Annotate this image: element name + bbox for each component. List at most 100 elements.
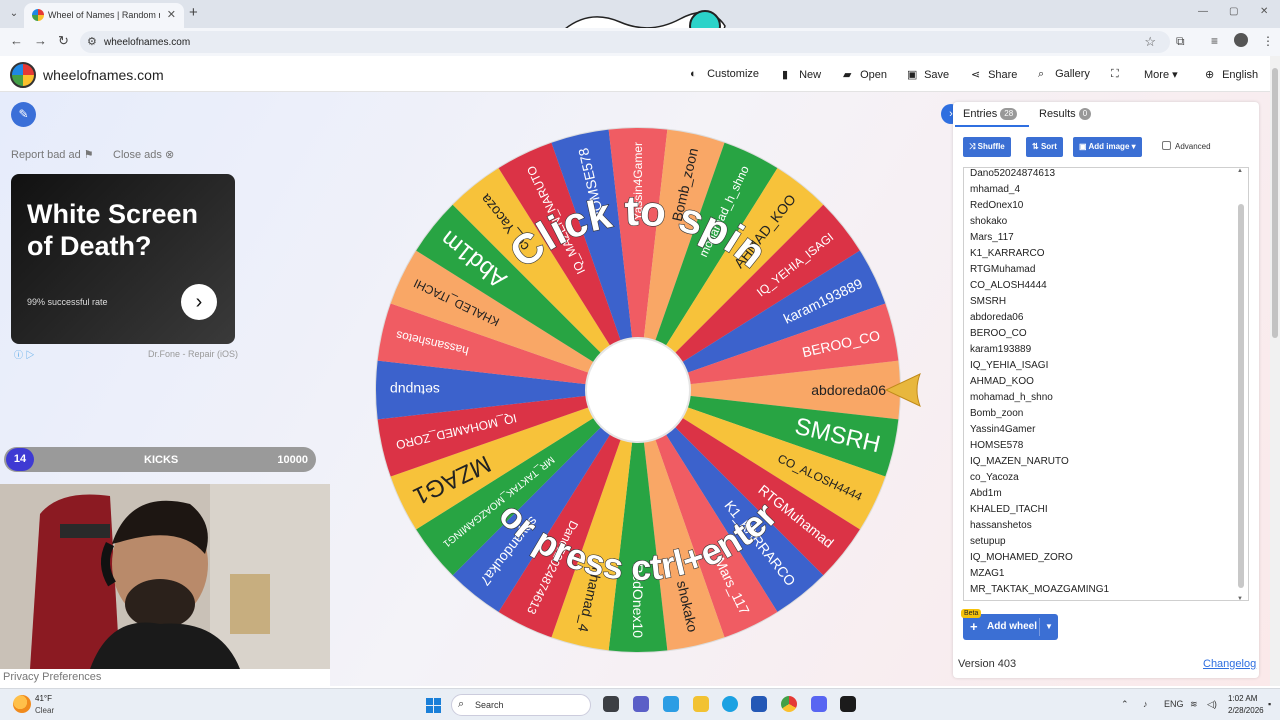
ad-arrow-button[interactable]: › bbox=[181, 284, 217, 320]
page-scrollbar[interactable] bbox=[1270, 56, 1280, 686]
input-language[interactable]: ENG bbox=[1164, 699, 1184, 709]
add-wheel-dropdown-icon[interactable]: ▼ bbox=[1045, 614, 1053, 640]
spin-wheel[interactable]: abdoreda06SMSRHCO_ALOSH4444RTGMuhamadK1_… bbox=[374, 126, 902, 654]
entry-item[interactable]: HOMSE578 bbox=[970, 438, 1109, 454]
browser-tab[interactable]: Wheel of Names | Random nam ✕ bbox=[24, 3, 184, 28]
more-button[interactable]: More ▾ bbox=[1144, 68, 1178, 81]
back-icon[interactable]: ← bbox=[10, 33, 23, 48]
new-button[interactable]: ▮ New bbox=[782, 68, 821, 81]
close-ads-link[interactable]: Close ads ⊗ bbox=[113, 148, 174, 161]
clock-date[interactable]: 2/28/2026 bbox=[1228, 706, 1264, 715]
customize-button[interactable]: ◐ Customize bbox=[690, 68, 759, 80]
store-icon[interactable] bbox=[751, 696, 767, 712]
omnibox[interactable]: ⚙ wheelofnames.com ☆ bbox=[80, 31, 1170, 53]
wheel-center[interactable] bbox=[585, 337, 691, 443]
reading-list-icon[interactable]: ≡ bbox=[1211, 34, 1218, 48]
entry-item[interactable]: RTGMuhamad bbox=[970, 262, 1109, 278]
checkbox-icon[interactable] bbox=[1162, 141, 1171, 150]
tray-overflow-icon[interactable]: ⌃ bbox=[1121, 699, 1129, 710]
entry-item[interactable]: Mars_117 bbox=[970, 230, 1109, 246]
scroll-up-icon[interactable]: ▲ bbox=[1237, 168, 1243, 174]
entry-item[interactable]: MZAG1 bbox=[970, 566, 1109, 582]
entry-item[interactable]: BEROO_CO bbox=[970, 326, 1109, 342]
entry-item[interactable]: RedOnex10 bbox=[970, 198, 1109, 214]
copilot-icon[interactable] bbox=[663, 696, 679, 712]
tab-results[interactable]: Results 0 bbox=[1039, 108, 1092, 120]
close-window-icon[interactable]: ✕ bbox=[1260, 6, 1268, 17]
task-view-icon[interactable] bbox=[603, 696, 619, 712]
windows-start-icon[interactable] bbox=[426, 698, 441, 713]
entry-item[interactable]: IQ_MAZEN_NARUTO bbox=[970, 454, 1109, 470]
entry-item[interactable]: IQ_YEHIA_ISAGI bbox=[970, 358, 1109, 374]
discord-icon[interactable] bbox=[811, 696, 827, 712]
open-button[interactable]: ▰ Open bbox=[843, 68, 887, 81]
share-button[interactable]: ⋖ Share bbox=[971, 68, 1017, 81]
entry-item[interactable]: Bomb_zoon bbox=[970, 406, 1109, 422]
entry-item[interactable]: karam193889 bbox=[970, 342, 1109, 358]
clock-time[interactable]: 1:02 AM bbox=[1228, 694, 1257, 703]
tab-search-icon[interactable]: ⌄ bbox=[6, 6, 22, 22]
weather-icon[interactable] bbox=[13, 695, 31, 713]
entries-scroll-thumb[interactable] bbox=[1238, 204, 1244, 588]
sort-button[interactable]: ⇅ Sort bbox=[1026, 137, 1063, 157]
entry-item[interactable]: KHALED_ITACHI bbox=[970, 502, 1109, 518]
taskbar-search[interactable]: ⌕ Search bbox=[451, 694, 591, 716]
gallery-button[interactable]: ⌕ Gallery bbox=[1038, 68, 1090, 81]
edge-icon[interactable] bbox=[722, 696, 738, 712]
file-explorer-icon[interactable] bbox=[693, 696, 709, 712]
save-button[interactable]: ▣ Save bbox=[907, 68, 949, 81]
bookmark-star-icon[interactable]: ☆ bbox=[1144, 34, 1156, 50]
scrollbar-thumb[interactable] bbox=[1272, 68, 1278, 338]
entry-item[interactable]: co_Yacoza bbox=[970, 470, 1109, 486]
wheel-container[interactable]: abdoreda06 SMSRH CO_ALOSH4444 RTGMuhamad K1_… bbox=[374, 126, 902, 654]
app-icon[interactable] bbox=[840, 696, 856, 712]
ad-info-icon[interactable]: ⓘ ▷ bbox=[14, 348, 35, 361]
reload-icon[interactable]: ↻ bbox=[58, 33, 69, 49]
entry-item[interactable]: abdoreda06 bbox=[970, 310, 1109, 326]
entry-item[interactable]: setupup bbox=[970, 534, 1109, 550]
entry-item[interactable]: Dano52024874613 bbox=[970, 168, 1109, 182]
entry-item[interactable]: AHMAD_KOO bbox=[970, 374, 1109, 390]
entry-item[interactable]: mhamad_4 bbox=[970, 182, 1109, 198]
entry-item[interactable]: Yassin4Gamer bbox=[970, 422, 1109, 438]
entry-item[interactable]: mohamad_h_shno bbox=[970, 390, 1109, 406]
profile-avatar[interactable] bbox=[1234, 33, 1248, 47]
shuffle-button[interactable]: ⤨ Shuffle bbox=[963, 137, 1011, 157]
browser-menu-icon[interactable]: ⋮ bbox=[1262, 34, 1274, 48]
advanced-checkbox[interactable]: Advanced bbox=[1162, 141, 1211, 151]
entry-item[interactable]: K1_KARRARCO bbox=[970, 246, 1109, 262]
language-button[interactable]: ⊕ English bbox=[1205, 68, 1258, 81]
fullscreen-button[interactable]: ⛶ bbox=[1111, 68, 1125, 81]
maximize-icon[interactable]: ▢ bbox=[1229, 6, 1238, 17]
add-image-button[interactable]: ▣ Add image ▾ bbox=[1073, 137, 1142, 157]
entry-item[interactable]: CO_ALOSH4444 bbox=[970, 278, 1109, 294]
forward-icon[interactable]: → bbox=[34, 33, 47, 48]
site-info-icon[interactable]: ⚙ bbox=[87, 35, 97, 48]
entries-scrollbar[interactable]: ▲ ▼ bbox=[1236, 168, 1246, 600]
entry-item[interactable]: IQ_MOHAMED_ZORO bbox=[970, 550, 1109, 566]
new-tab-icon[interactable]: + bbox=[189, 4, 198, 21]
chrome-icon[interactable] bbox=[781, 696, 797, 712]
site-brand[interactable]: wheelofnames.com bbox=[43, 67, 164, 83]
entry-item[interactable]: hassanshetos bbox=[970, 518, 1109, 534]
entry-item[interactable]: MR_TAKTAK_MOAZGAMING1 bbox=[970, 582, 1109, 598]
site-logo-icon[interactable] bbox=[10, 62, 36, 88]
entries-textarea[interactable]: Dano52024874613 mhamad_4 RedOnex10 shokako M… bbox=[963, 167, 1249, 601]
edit-pencil-button[interactable]: ✎ bbox=[11, 102, 36, 127]
wifi-icon[interactable]: ≋ bbox=[1190, 699, 1198, 710]
volume-icon[interactable]: ◁) bbox=[1207, 699, 1217, 710]
entry-item[interactable]: SMSRH bbox=[970, 294, 1109, 310]
privacy-preferences-link[interactable]: Privacy Preferences bbox=[0, 669, 330, 686]
extensions-icon[interactable]: ⧉ bbox=[1176, 34, 1185, 49]
advertisement[interactable]: White Screen of Death? 99% successful ra… bbox=[11, 174, 235, 344]
teams-icon[interactable] bbox=[633, 696, 649, 712]
changelog-link[interactable]: Changelog bbox=[1203, 658, 1256, 670]
microphone-icon[interactable]: ♪ bbox=[1143, 699, 1148, 709]
minimize-icon[interactable]: — bbox=[1198, 6, 1208, 17]
notifications-icon[interactable]: ▪ bbox=[1268, 699, 1271, 709]
report-ad-link[interactable]: Report bad ad ⚑ bbox=[11, 148, 94, 161]
tab-entries[interactable]: Entries 28 bbox=[963, 108, 1018, 120]
scroll-down-icon[interactable]: ▼ bbox=[1237, 596, 1243, 600]
entry-item[interactable]: Abd1m bbox=[970, 486, 1109, 502]
close-tab-icon[interactable]: ✕ bbox=[167, 8, 176, 21]
